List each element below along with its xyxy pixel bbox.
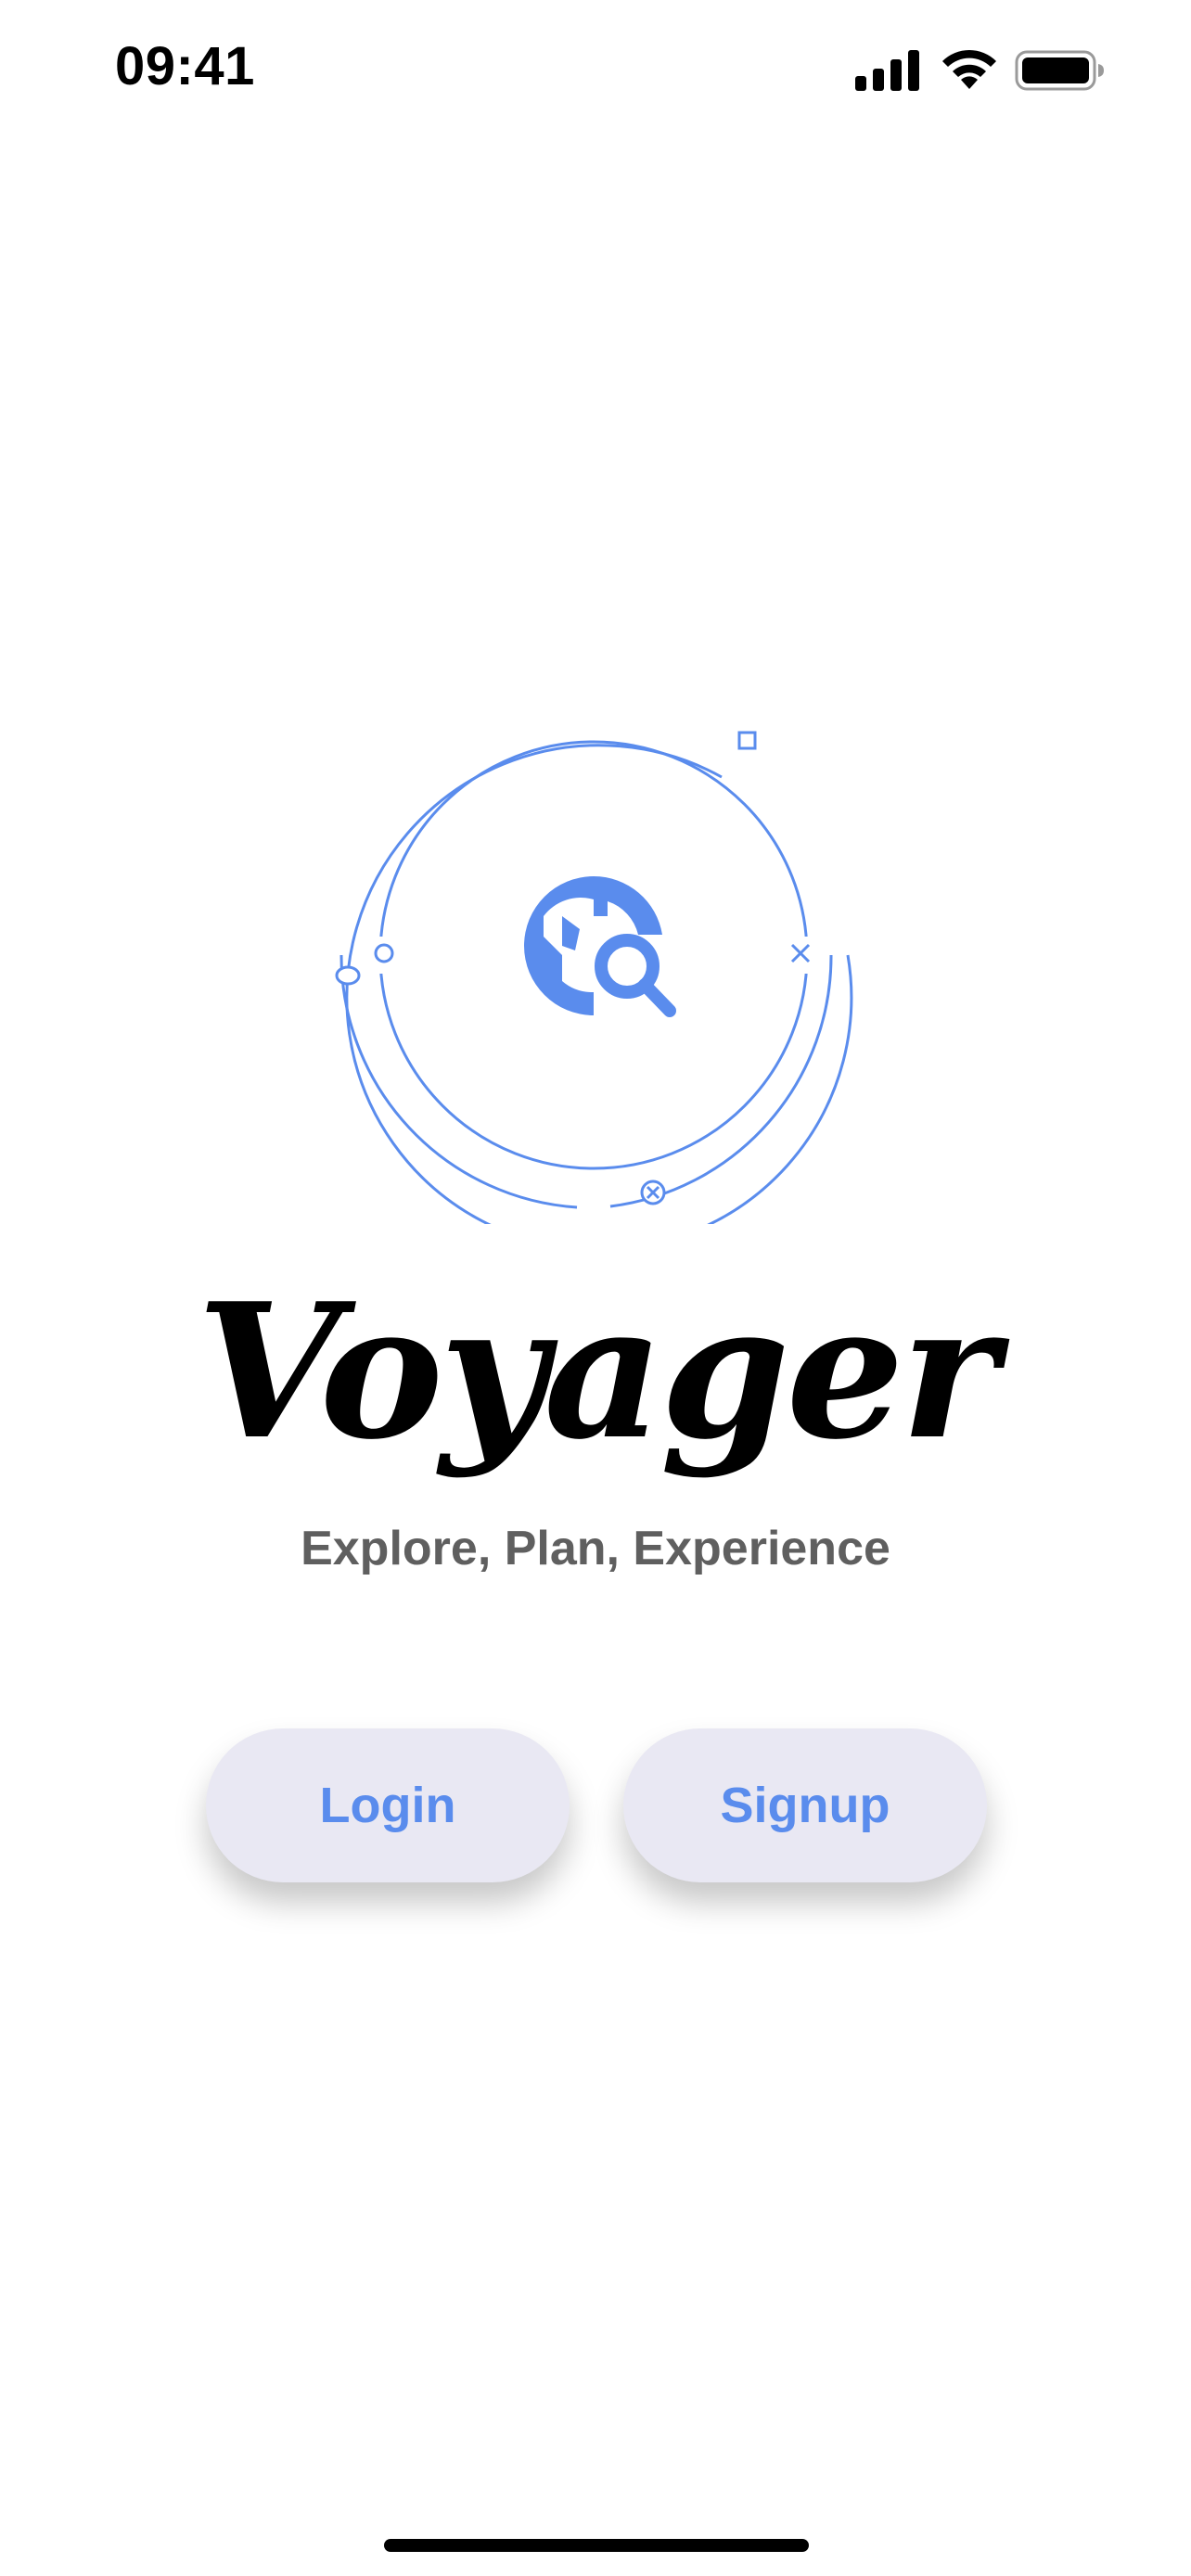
welcome-screen: 09:41 Voyager Explore, Plan, Experience … [0, 0, 1191, 2576]
signup-button[interactable]: Signup [623, 1728, 987, 1882]
home-indicator[interactable] [384, 2539, 809, 2552]
app-logo [335, 731, 853, 1224]
status-icons [855, 48, 1106, 93]
status-time: 09:41 [115, 36, 255, 96]
battery-icon [1015, 50, 1104, 91]
app-title: Voyager [196, 1263, 998, 1481]
cellular-signal-icon [855, 50, 919, 91]
app-tagline: Explore, Plan, Experience [301, 1522, 890, 1575]
login-button[interactable]: Login [206, 1728, 570, 1882]
travel-explore-icon [524, 876, 676, 1017]
wifi-icon [942, 49, 996, 89]
